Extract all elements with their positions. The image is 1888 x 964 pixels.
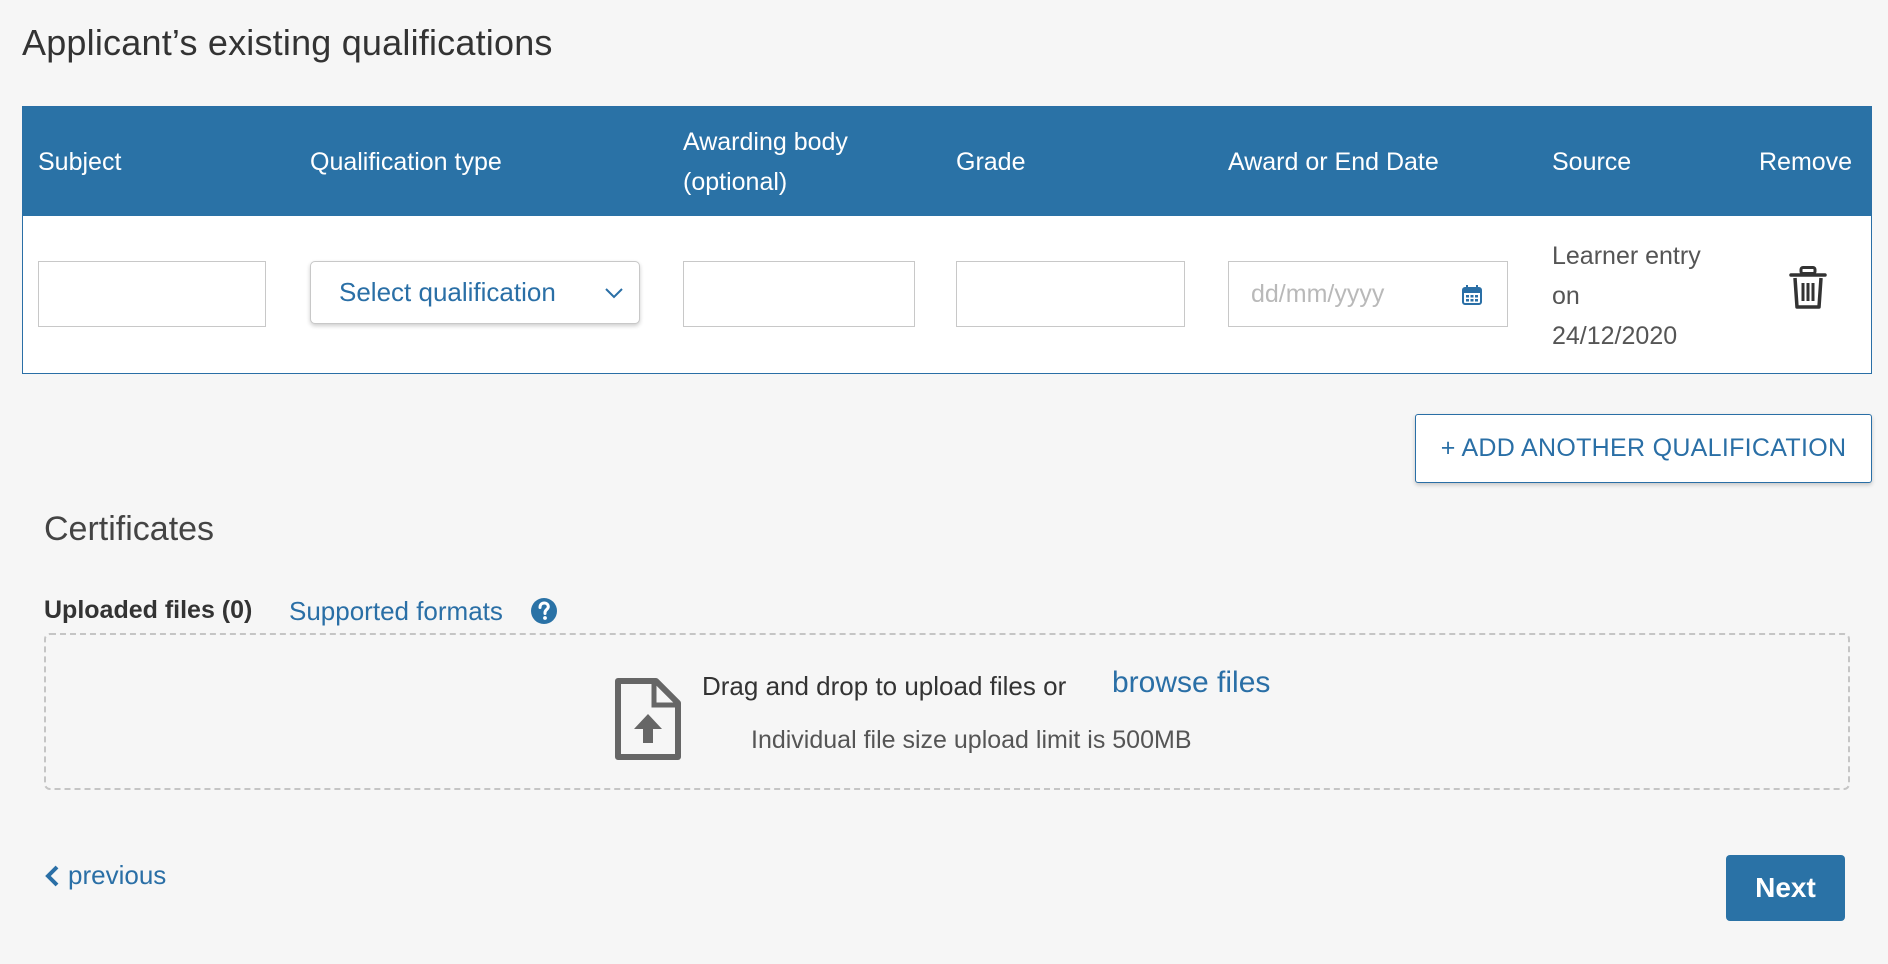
next-button[interactable]: Next (1726, 855, 1845, 921)
previous-label: previous (68, 860, 167, 890)
file-size-limit-text: Individual file size upload limit is 500… (751, 726, 1192, 754)
calendar-icon[interactable] (1461, 284, 1483, 306)
grade-input[interactable] (956, 261, 1185, 327)
header-remove: Remove (1759, 147, 1853, 176)
source-line2: on (1552, 282, 1580, 310)
table-header: Subject Qualification type Awarding body… (23, 107, 1871, 216)
header-award-date: Award or End Date (1228, 147, 1439, 176)
header-awarding-body-line2: (optional) (683, 167, 788, 196)
awarding-body-input[interactable] (683, 261, 915, 327)
source-line1: Learner entry (1552, 242, 1701, 270)
page-title: Applicant’s existing qualifications (22, 22, 553, 63)
header-awarding-body-line1: Awarding body (683, 127, 848, 156)
certificates-heading: Certificates (44, 510, 215, 548)
add-another-qualification-button[interactable]: + ADD ANOTHER QUALIFICATION (1415, 414, 1872, 483)
source-line3: 24/12/2020 (1552, 322, 1678, 350)
uploaded-files-label: Uploaded files (0) (44, 596, 253, 624)
previous-link[interactable]: previous (44, 860, 166, 891)
question-circle-icon[interactable] (530, 597, 558, 625)
subject-input[interactable] (38, 261, 266, 327)
file-drop-zone[interactable]: Drag and drop to upload files or browse … (44, 633, 1850, 790)
award-date-input[interactable]: dd/mm/yyyy (1228, 261, 1508, 327)
qualifications-table: Subject Qualification type Awarding body… (22, 106, 1872, 374)
table-row: Select qualification dd/mm/yyyy Learner … (23, 216, 1871, 374)
date-placeholder: dd/mm/yyyy (1251, 279, 1385, 308)
file-upload-icon (615, 678, 681, 760)
header-source: Source (1552, 147, 1632, 176)
header-subject: Subject (38, 147, 122, 176)
header-qualification-type: Qualification type (310, 147, 502, 176)
chevron-left-icon (45, 865, 59, 886)
browse-files-link[interactable]: browse files (1112, 666, 1270, 700)
drop-instructions: Drag and drop to upload files or (702, 671, 1067, 701)
qualification-select-value: Select qualification (339, 277, 556, 307)
header-grade: Grade (956, 147, 1026, 176)
qualification-type-select[interactable]: Select qualification (310, 261, 640, 324)
header-awarding-body: Awarding body (optional) (683, 107, 848, 216)
chevron-down-icon (605, 288, 623, 299)
trash-icon[interactable] (1788, 266, 1828, 310)
source-text: Learner entry on 24/12/2020 (1552, 236, 1732, 356)
supported-formats-link[interactable]: Supported formats (289, 596, 503, 627)
